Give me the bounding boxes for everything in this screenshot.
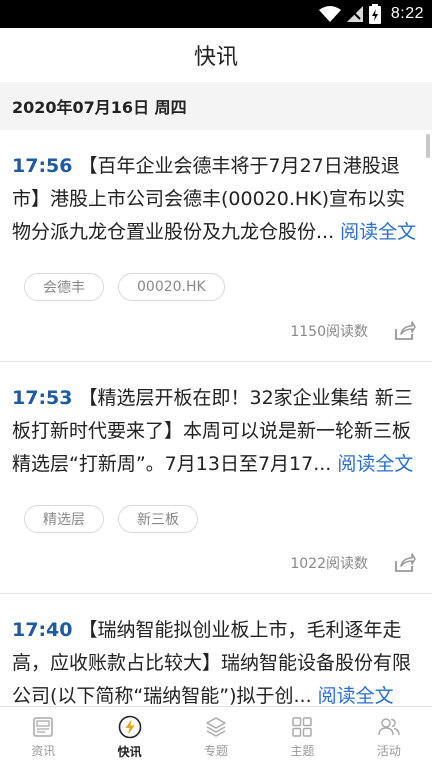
news-item[interactable]: 17:56 【百年企业会德丰将于7月27日港股退市】港股上市公司会德丰(00020… — [0, 130, 432, 362]
wifi-icon — [318, 6, 341, 22]
tag[interactable]: 00020.HK — [118, 273, 225, 301]
read-count: 1022阅读数 — [290, 556, 368, 572]
status-bar: 8:22 — [0, 0, 432, 28]
tab-label: 专题 — [204, 744, 229, 758]
news-time: 17:53 — [12, 387, 73, 409]
flash-icon — [118, 715, 142, 739]
tab-news[interactable]: 资讯 — [0, 707, 86, 768]
news-meta: 1150阅读数 — [12, 301, 418, 361]
news-icon — [32, 716, 54, 738]
tab-label: 活动 — [376, 744, 401, 758]
news-feed[interactable]: 2020年07月16日 周四 17:56 【百年企业会德丰将于7月27日港股退市】… — [0, 82, 432, 706]
read-more-link[interactable]: 阅读全文 — [340, 221, 416, 243]
news-meta: 1022阅读数 — [12, 533, 418, 593]
tag[interactable]: 会德丰 — [24, 273, 104, 301]
news-time: 17:40 — [12, 619, 73, 641]
tab-label: 快讯 — [117, 745, 142, 759]
tag-list: 会德丰 00020.HK — [12, 273, 418, 301]
page-title: 快讯 — [193, 45, 238, 70]
read-more-link[interactable]: 阅读全文 — [318, 685, 394, 706]
read-count: 1150阅读数 — [290, 324, 368, 340]
tab-themes[interactable]: 主题 — [259, 707, 345, 768]
battery-charging-icon — [368, 4, 381, 24]
share-icon[interactable] — [394, 552, 416, 574]
tab-topics[interactable]: 专题 — [173, 707, 259, 768]
grid-icon — [291, 716, 313, 738]
news-time: 17:56 — [12, 155, 73, 177]
layers-icon — [205, 716, 227, 738]
status-icons: 8:22 — [318, 4, 424, 24]
people-icon — [377, 716, 401, 738]
tab-label: 资讯 — [31, 744, 56, 758]
status-clock: 8:22 — [390, 5, 424, 22]
scrollbar[interactable] — [426, 134, 430, 158]
app-bar: 快讯 — [0, 28, 432, 82]
tag[interactable]: 精选层 — [24, 505, 104, 533]
news-body[interactable]: 17:40 【瑞纳智能拟创业板上市，毛利逐年走高，应收账款占比较大】瑞纳智能设备股… — [12, 614, 418, 706]
signal-icon — [346, 6, 363, 22]
tag[interactable]: 新三板 — [118, 505, 198, 533]
share-icon[interactable] — [394, 320, 416, 342]
tab-flash[interactable]: 快讯 — [86, 707, 172, 768]
news-body[interactable]: 17:53 【精选层开板在即！32家企业集结 新三板打新时代要来了】本周可以说是新… — [12, 382, 418, 481]
news-body[interactable]: 17:56 【百年企业会德丰将于7月27日港股退市】港股上市公司会德丰(00020… — [12, 150, 418, 249]
tab-events[interactable]: 活动 — [346, 707, 432, 768]
bottom-tab-bar: 资讯 快讯 专题 主题 活动 — [0, 706, 432, 768]
news-item[interactable]: 17:53 【精选层开板在即！32家企业集结 新三板打新时代要来了】本周可以说是新… — [0, 362, 432, 594]
news-item[interactable]: 17:40 【瑞纳智能拟创业板上市，毛利逐年走高，应收账款占比较大】瑞纳智能设备股… — [0, 594, 432, 706]
tab-label: 主题 — [290, 744, 315, 758]
date-header: 2020年07月16日 周四 — [0, 82, 432, 130]
read-more-link[interactable]: 阅读全文 — [337, 453, 413, 475]
tag-list: 精选层 新三板 — [12, 505, 418, 533]
